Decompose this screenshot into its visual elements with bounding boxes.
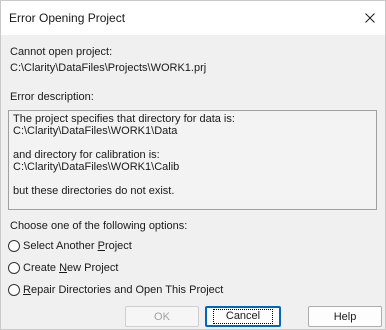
description-line: The project specifies that directory for…: [13, 113, 235, 125]
help-button-label: Help: [333, 310, 357, 323]
cancel-button-label: Cancel: [212, 309, 274, 324]
error-description-box: The project specifies that directory for…: [8, 110, 377, 210]
radio-button[interactable]: [8, 284, 20, 296]
description-line: C:\Clarity\DataFiles\WORK1\Data: [13, 125, 178, 137]
error-dialog: Error Opening Project Cannot open projec…: [0, 0, 386, 330]
description-line: and directory for calibration is:: [13, 149, 160, 161]
description-line: C:\Clarity\DataFiles\WORK1\Calib: [13, 161, 180, 173]
option-label: Repair Directories and Open This Project: [23, 284, 224, 296]
radio-button[interactable]: [8, 262, 20, 274]
description-line: but these directories do not exist.: [13, 185, 175, 197]
cannot-open-label: Cannot open project:: [10, 46, 113, 58]
ok-button-label: OK: [154, 310, 170, 323]
help-button[interactable]: Help: [308, 306, 382, 327]
options-label: Choose one of the following options:: [10, 220, 188, 232]
error-description-label: Error description:: [10, 91, 94, 103]
option-repair-directories[interactable]: Repair Directories and Open This Project: [8, 282, 223, 298]
close-icon: [365, 13, 375, 23]
radio-button[interactable]: [8, 240, 20, 252]
dialog-title: Error Opening Project: [9, 11, 126, 25]
close-button[interactable]: [355, 1, 385, 35]
title-bar[interactable]: Error Opening Project: [1, 1, 385, 35]
option-label: Create New Project: [23, 262, 119, 274]
option-select-another-project[interactable]: Select Another Project: [8, 238, 132, 254]
project-path: C:\Clarity\DataFiles\Projects\WORK1.prj: [10, 62, 207, 74]
option-create-new-project[interactable]: Create New Project: [8, 260, 118, 276]
ok-button[interactable]: OK: [125, 306, 199, 327]
cancel-button[interactable]: Cancel: [205, 306, 281, 327]
option-label: Select Another Project: [23, 240, 132, 252]
